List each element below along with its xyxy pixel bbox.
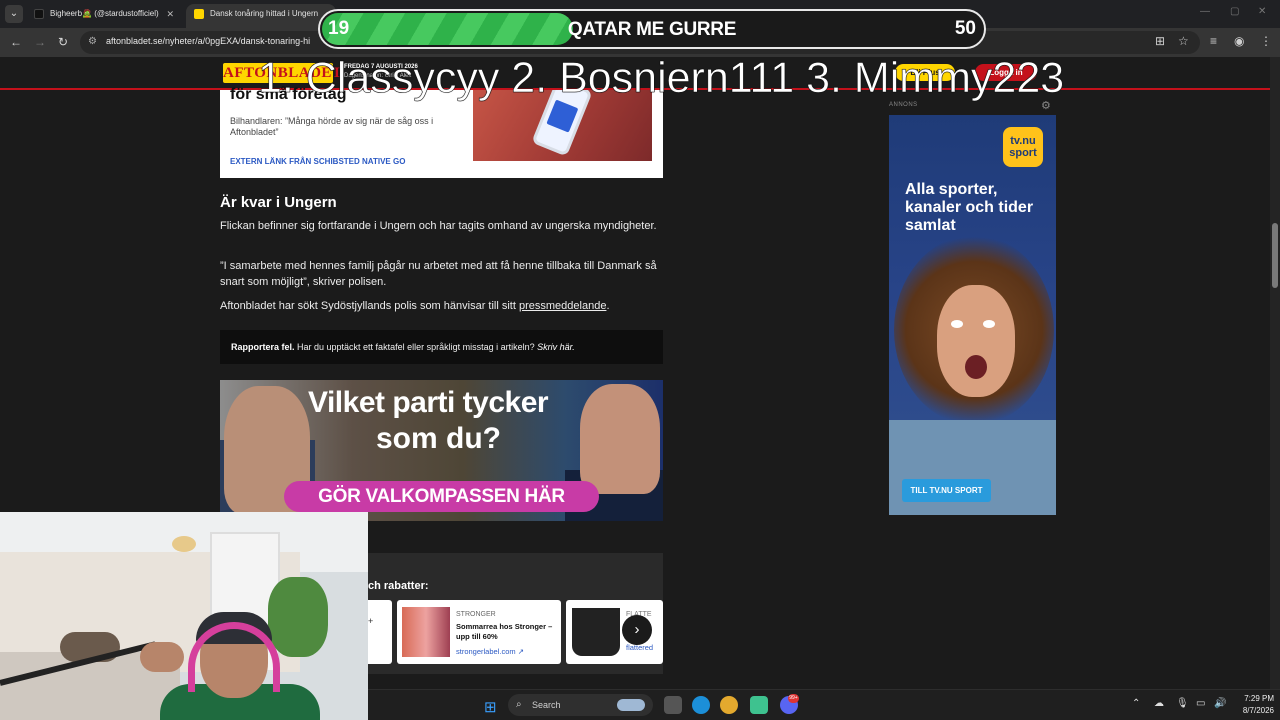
notification-badge: 99+ <box>788 694 799 703</box>
paragraph-end: . <box>606 300 610 312</box>
taskbar-clock[interactable]: 7:29 PM 8/7/2026 <box>1230 693 1274 717</box>
ad-headline: Alla sporter, kanaler och tider samlat <box>905 181 1034 234</box>
goal-current: 19 <box>328 18 350 39</box>
taskbar-search[interactable]: ⌕ Search <box>508 694 653 716</box>
edge-icon[interactable] <box>692 696 710 714</box>
report-label: Rapportera fel. <box>231 342 295 352</box>
close-icon[interactable]: ✕ <box>166 4 174 24</box>
screen: { "browser": { "tabs": [ {"label": "Bigh… <box>0 0 1280 720</box>
banner-headline: Vilket parti tycker <box>308 386 549 419</box>
search-icon: ⌕ <box>516 699 522 710</box>
promo-source-link[interactable]: EXTERN LÄNK FRÅN SCHIBSTED NATIVE GO <box>230 157 405 166</box>
network-icon[interactable]: ▭ <box>1196 698 1205 709</box>
report-error-box: Rapportera fel. Har du upptäckt ett fakt… <box>220 330 663 364</box>
report-link[interactable]: Skriv här. <box>537 342 575 352</box>
leaderboard-overlay: 1. Classycyy 2. Bosniern111 3. Mimmy223 <box>258 54 1065 103</box>
carousel-next-button[interactable]: › <box>622 615 652 645</box>
webcam-overlay <box>0 512 368 720</box>
tray-overflow-icon[interactable]: ⌃ <box>1132 698 1140 709</box>
logo-line: sport <box>1009 147 1037 159</box>
product-image <box>402 607 450 657</box>
streamer-hand <box>140 642 184 672</box>
tab-search-icon[interactable]: ⌄ <box>5 5 23 23</box>
reload-icon[interactable]: ↻ <box>58 35 68 49</box>
window-close-icon[interactable]: ✕ <box>1258 6 1266 17</box>
ad-model-eye <box>951 320 963 328</box>
tab-label: Bigheerb🧟 (@stardustofficiel) <box>50 9 159 18</box>
minimize-icon[interactable]: — <box>1200 6 1210 17</box>
ad-model-mouth <box>965 355 987 379</box>
bookmark-star-icon[interactable]: ☆ <box>1178 34 1189 48</box>
chrome-icon[interactable] <box>720 696 738 714</box>
native-promo-card[interactable]: för små företag Bilhandlaren: ”Många hör… <box>220 86 663 178</box>
site-info-icon[interactable]: ⚙ <box>88 36 97 47</box>
discount-card[interactable]: STRONGER Sommarrea hos Stronger – upp ti… <box>397 600 561 664</box>
tiktok-icon <box>34 9 44 19</box>
task-view-icon[interactable] <box>664 696 682 714</box>
ad-model-face <box>937 285 1015 397</box>
aftonbladet-favicon-icon <box>194 9 204 19</box>
search-label: Search <box>532 700 561 710</box>
menu-icon[interactable]: ⋮ <box>1260 34 1272 48</box>
banner-headline-2: som du? <box>376 422 501 455</box>
chandelier <box>172 536 196 552</box>
translate-icon[interactable]: ⊞ <box>1155 34 1165 48</box>
press-release-link[interactable]: pressmeddelande <box>519 300 606 312</box>
stream-goal-bar: QATAR ME GURRE 19 50 <box>318 9 986 49</box>
volume-icon[interactable]: 🔊 <box>1214 698 1226 709</box>
article-paragraph: Flickan befinner sig fortfarande i Unger… <box>220 220 657 232</box>
politician-right-face <box>580 384 660 494</box>
section-heading: Är kvar i Ungern <box>220 194 337 211</box>
ad-cta-button[interactable]: TILL TV.NU SPORT <box>902 479 991 502</box>
paragraph-text: Aftonbladet har sökt Sydöstjyllands poli… <box>220 300 519 312</box>
scroll-thumb[interactable] <box>1272 223 1278 288</box>
report-text: Har du upptäckt ett faktafel eller språk… <box>294 342 538 352</box>
back-icon[interactable]: ← <box>10 35 22 49</box>
url-text: aftonbladet.se/nyheter/a/0pgEXA/dansk-to… <box>106 36 311 46</box>
app-icon[interactable] <box>750 696 768 714</box>
tvnu-logo: tv.nu sport <box>1003 127 1043 167</box>
tvnu-ad[interactable]: tv.nu sport Alla sporter, kanaler och tid… <box>889 115 1056 515</box>
plant <box>268 577 328 657</box>
start-windows-icon[interactable]: ⊞ <box>484 698 497 716</box>
valkompass-button[interactable]: GÖR VALKOMPASSEN HÄR <box>284 481 599 512</box>
maximize-icon[interactable]: ▢ <box>1230 6 1239 17</box>
forward-icon[interactable]: → <box>34 35 46 49</box>
promo-subtitle: Bilhandlaren: ”Många hörde av sig när de… <box>230 116 434 137</box>
goal-target: 50 <box>954 18 976 39</box>
onedrive-icon[interactable]: ☁ <box>1154 698 1164 709</box>
clock-time: 7:29 PM <box>1244 694 1274 703</box>
valkompass-banner[interactable]: Vilket parti tycker som du? GÖR VALKOMPA… <box>220 380 663 521</box>
bag-image <box>572 608 620 656</box>
card-link[interactable]: strongerlabel.com ↗ <box>456 647 524 656</box>
windows-taskbar: ⊞ ⌕ Search 99+ ⌃ ☁ 🎙 ▭ 🔊 7:29 PM 8/7/202… <box>368 689 1280 720</box>
article-paragraph: Aftonbladet har sökt Sydöstjyllands poli… <box>220 298 660 314</box>
logo-line: tv.nu <box>1010 135 1036 147</box>
tab-tiktok[interactable]: Bigheerb🧟 (@stardustofficiel) ✕ <box>26 4 182 28</box>
plus-icon: + <box>368 616 374 626</box>
tab-aftonbladet[interactable]: Dansk tonåring hittad i Ungern <box>186 4 336 28</box>
goal-title: QATAR ME GURRE <box>567 19 737 40</box>
profile-icon[interactable]: ◉ <box>1234 34 1244 48</box>
page-scrollbar[interactable] <box>1270 57 1280 720</box>
search-highlight-image <box>617 699 645 711</box>
clock-date: 8/7/2026 <box>1242 706 1274 715</box>
card-title: Sommarrea hos Stronger – upp till 60% <box>456 622 553 641</box>
discounts-heading: ch rabatter: <box>368 580 429 592</box>
tab-label: Dansk tonåring hittad i Ungern <box>210 9 319 18</box>
card-brand: STRONGER <box>456 611 496 618</box>
article-paragraph: ”I samarbete med hennes familj pågår nu … <box>220 260 657 288</box>
ad-model-eye <box>983 320 995 328</box>
microphone-icon[interactable]: 🎙 <box>1176 698 1189 709</box>
media-icon[interactable]: ≡ <box>1210 34 1217 48</box>
